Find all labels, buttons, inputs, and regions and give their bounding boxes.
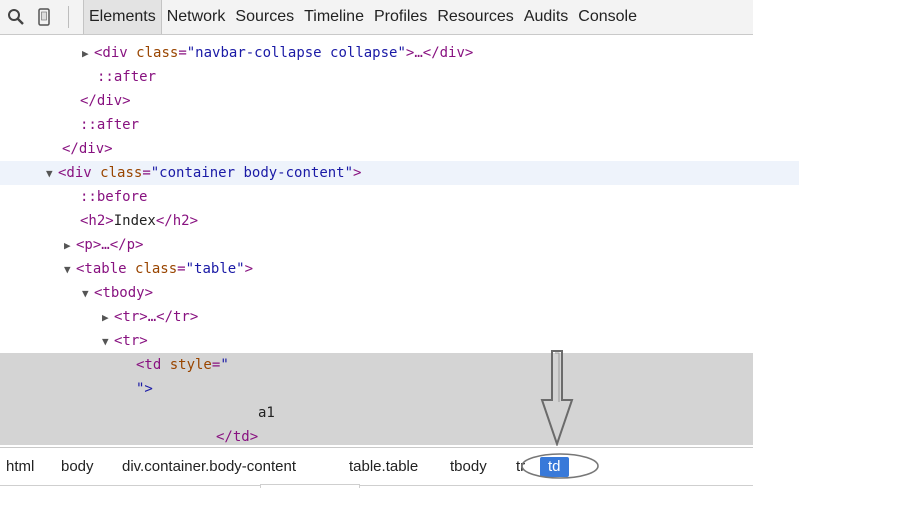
dom-node-text[interactable]: a1 <box>0 401 921 425</box>
breadcrumb-tbody[interactable]: tbody <box>450 457 487 477</box>
dom-node-close-div[interactable]: </div> <box>0 89 833 113</box>
divider <box>0 485 753 486</box>
devtools-panel: Elements Network Sources Timeline Profil… <box>0 0 799 488</box>
expand-triangle-icon[interactable]: ▶ <box>64 234 76 258</box>
device-icon[interactable] <box>35 8 53 26</box>
tab-elements[interactable]: Elements <box>83 0 162 34</box>
collapse-triangle-icon[interactable]: ▼ <box>46 162 58 186</box>
dom-node-navbar-collapse[interactable]: ▶ <div class="navbar-collapse collapse">…… <box>0 41 835 65</box>
tab-timeline[interactable]: Timeline <box>299 0 369 34</box>
down-arrow-annotation-icon <box>540 350 574 446</box>
dom-node-tbody[interactable]: ▼ <tbody> <box>0 281 835 305</box>
dom-node-tr-collapsed[interactable]: ▶ <tr>…</tr> <box>0 305 855 329</box>
tab-audits[interactable]: Audits <box>519 0 573 34</box>
dom-node-table[interactable]: ▼ <table class="table"> <box>0 257 817 281</box>
dom-node-td-close[interactable]: </td> <box>0 425 921 449</box>
expand-triangle-icon[interactable]: ▶ <box>102 306 114 330</box>
breadcrumb-div-container[interactable]: div.container.body-content <box>122 457 296 477</box>
tab-profiles[interactable]: Profiles <box>369 0 432 34</box>
collapse-triangle-icon[interactable]: ▼ <box>102 330 114 354</box>
collapse-triangle-icon[interactable]: ▼ <box>82 282 94 306</box>
panel-tabs: Elements Network Sources Timeline Profil… <box>83 0 642 34</box>
breadcrumb-html[interactable]: html <box>6 457 34 477</box>
tab-resources[interactable]: Resources <box>432 0 518 34</box>
drawer-tab-edge <box>260 484 360 488</box>
breadcrumb-body[interactable]: body <box>61 457 94 477</box>
search-icon[interactable] <box>7 8 25 26</box>
dom-tree: ▶ <div class="navbar-collapse collapse">…… <box>0 35 799 445</box>
breadcrumb-table[interactable]: table.table <box>349 457 418 477</box>
dom-node-container[interactable]: ▼ <div class="container body-content"> <box>0 161 799 185</box>
dom-node-close-div[interactable]: </div> <box>0 137 815 161</box>
collapse-triangle-icon[interactable]: ▼ <box>64 258 76 282</box>
dom-node-pseudo-after[interactable]: ::after <box>0 113 833 137</box>
dom-node-td-open[interactable]: <td style=" <box>0 353 889 377</box>
toolbar-separator <box>68 6 69 28</box>
tab-console[interactable]: Console <box>573 0 642 34</box>
oval-annotation-icon <box>521 453 599 479</box>
tab-sources[interactable]: Sources <box>230 0 299 34</box>
dom-node-pseudo-after[interactable]: ::after <box>0 65 850 89</box>
expand-triangle-icon[interactable]: ▶ <box>82 42 94 66</box>
tab-network[interactable]: Network <box>162 0 231 34</box>
dom-node-tr[interactable]: ▼ <tr> <box>0 329 855 353</box>
dom-node-p[interactable]: ▶ <p>…</p> <box>0 233 817 257</box>
devtools-toolbar: Elements Network Sources Timeline Profil… <box>0 0 753 35</box>
dom-node-pseudo-before[interactable]: ::before <box>0 185 833 209</box>
dom-node-td-style-end: "> <box>136 381 153 397</box>
dom-node-h2[interactable]: <h2>Index</h2> <box>0 209 833 233</box>
breadcrumb: html body div.container.body-content tab… <box>0 447 753 486</box>
